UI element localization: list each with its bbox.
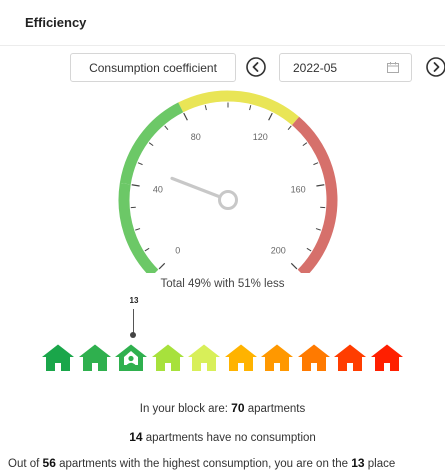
gauge-needle-line <box>170 176 222 199</box>
card-header: Efficiency <box>0 0 445 46</box>
gauge-tick <box>183 112 188 121</box>
position-marker-line <box>133 309 134 334</box>
total-summary: Total 49% with 51% less <box>160 278 285 290</box>
gauge-tick <box>290 262 298 270</box>
gauge-tick <box>268 112 273 121</box>
no-consumption-info: 14 apartments have no consumption <box>129 430 316 444</box>
gauge-tick <box>135 228 141 231</box>
gauge-tick <box>148 142 154 147</box>
position-marker-label: 13 <box>129 296 139 305</box>
house-icon <box>332 343 368 373</box>
consumption-gauge: 0 40 80 120 160 200 <box>118 90 338 273</box>
gauge-tick <box>316 184 325 187</box>
consumption-coefficient-button[interactable]: Consumption coefficient <box>70 53 236 82</box>
gauge-label: 0 <box>175 246 180 256</box>
chevron-right-icon <box>426 57 445 77</box>
previous-month-button[interactable] <box>244 55 268 79</box>
gauge-zone-3 <box>291 116 338 273</box>
gauge-label: 80 <box>191 132 201 142</box>
gauge-tick <box>164 125 169 130</box>
gauge-tick <box>158 262 166 270</box>
house-icon <box>369 343 405 373</box>
gauge-tick <box>313 162 319 166</box>
gauge-needle-hub <box>218 190 238 210</box>
month-picker-value: 2022-05 <box>293 60 338 75</box>
gauge-label: 120 <box>253 132 268 142</box>
block-apartments-info: In your block are: 70 apartments <box>139 401 306 415</box>
gauge-tick <box>287 125 292 130</box>
house-icon <box>40 343 76 373</box>
house-icon <box>186 343 222 373</box>
highest-count: 56 <box>42 456 56 470</box>
gauge-label: 40 <box>153 184 163 194</box>
house-icon <box>223 343 259 373</box>
calendar-icon[interactable] <box>387 62 399 73</box>
gauge-label: 160 <box>291 184 306 194</box>
position-marker-dot <box>130 332 136 338</box>
house-icon-your-apartment <box>113 343 149 373</box>
gauge-tick <box>144 247 150 252</box>
ranking-place-info: Out of 56 apartments with the highest co… <box>8 456 396 470</box>
gauge-tick <box>131 184 140 187</box>
apartments-total: 70 <box>231 401 245 415</box>
gauge-tick <box>249 105 252 111</box>
gauge-zone-2 <box>178 90 300 126</box>
house-icon <box>259 343 295 373</box>
gauge-tick <box>302 142 308 147</box>
month-picker-input[interactable]: 2022-05 <box>279 53 412 82</box>
gauge-needle <box>170 176 238 210</box>
house-icon <box>150 343 186 373</box>
gauge-tick <box>137 162 143 166</box>
gauge-tick <box>306 247 312 252</box>
gauge-tick <box>315 228 321 231</box>
gauge-label: 200 <box>271 246 286 256</box>
gauge-tick <box>204 105 207 111</box>
chevron-left-icon <box>246 57 266 77</box>
your-place: 13 <box>351 456 365 470</box>
house-icon <box>77 343 113 373</box>
no-consumption-count: 14 <box>129 430 143 444</box>
house-icon <box>296 343 332 373</box>
card-title: Efficiency <box>25 15 87 30</box>
next-month-button[interactable] <box>424 55 445 79</box>
